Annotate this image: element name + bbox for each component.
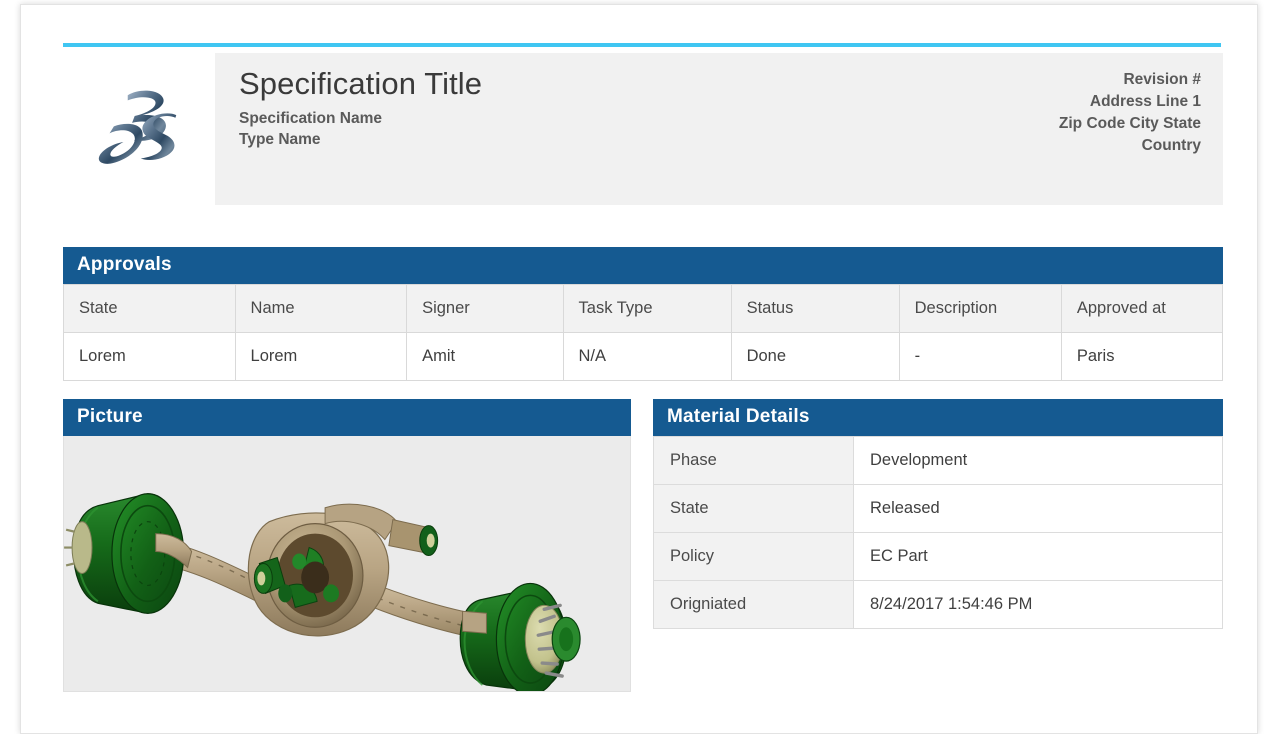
material-detail-label: State — [653, 484, 854, 533]
approvals-header-row: State Name Signer Task Type Status Descriptio… — [63, 284, 1224, 333]
material-detail-value: Development — [853, 436, 1223, 485]
material-detail-label: Phase — [653, 436, 854, 485]
material-details-section: Material Details Phase Development State Re… — [653, 399, 1223, 692]
logo-container — [63, 53, 215, 205]
address-line-1: Address Line 1 — [1089, 93, 1201, 110]
approvals-cell-2: Amit — [406, 332, 564, 381]
address-block: Revision # Address Line 1 Zip Code City … — [1059, 67, 1201, 195]
picture-section: Picture — [63, 399, 631, 692]
address-country: Country — [1141, 137, 1201, 154]
picture-body — [63, 436, 631, 692]
approvals-column-header-6: Approved at — [1060, 284, 1224, 333]
approvals-column-header-4: Status — [730, 284, 900, 333]
approvals-cell-3: N/A — [562, 332, 732, 381]
material-detail-row: State Released — [653, 484, 1223, 533]
material-detail-row: Origniated 8/24/2017 1:54:46 PM — [653, 580, 1223, 629]
approvals-panel-title: Approvals — [63, 247, 1223, 284]
material-details-table: Phase Development State Released Policy EC Pa… — [653, 436, 1223, 629]
material-detail-value: 8/24/2017 1:54:46 PM — [853, 580, 1223, 629]
title-block: Specification Title Specification Name T… — [239, 66, 483, 195]
approvals-cell-4: Done — [730, 332, 900, 381]
approvals-column-header-2: Signer — [406, 284, 564, 333]
material-detail-row: Policy EC Part — [653, 532, 1223, 581]
bottom-section: Picture Material Details Phase Developme… — [63, 399, 1223, 692]
material-detail-row: Phase Development — [653, 436, 1223, 485]
picture-panel-title: Picture — [63, 399, 631, 436]
revision-line: Revision # — [1123, 71, 1201, 88]
dassault-3ds-logo-icon — [98, 90, 177, 164]
page-title: Specification Title — [239, 66, 483, 101]
approvals-cell-5: - — [898, 332, 1062, 381]
address-line-2: Zip Code City State — [1058, 115, 1201, 132]
material-detail-label: Origniated — [653, 580, 854, 629]
table-row: Lorem Lorem Amit N/A Done - Paris — [63, 332, 1224, 381]
specification-name: Specification Name — [239, 109, 382, 127]
approvals-cell-6: Paris — [1060, 332, 1224, 381]
approvals-column-header-5: Description — [898, 284, 1062, 333]
material-detail-value: Released — [853, 484, 1223, 533]
approvals-column-header-1: Name — [234, 284, 408, 333]
document-header: Specification Title Specification Name T… — [63, 53, 1223, 205]
type-name: Type Name — [239, 131, 321, 149]
approvals-cell-1: Lorem — [234, 332, 408, 381]
material-detail-value: EC Part — [853, 532, 1223, 581]
approvals-column-header-0: State — [63, 284, 236, 333]
document-page: Specification Title Specification Name T… — [20, 4, 1258, 734]
material-detail-label: Policy — [653, 532, 854, 581]
material-details-panel-title: Material Details — [653, 399, 1223, 436]
approvals-table: State Name Signer Task Type Status Descriptio… — [63, 284, 1224, 381]
axle-assembly-image — [64, 493, 581, 691]
accent-rule — [63, 43, 1221, 47]
approvals-cell-0: Lorem — [63, 332, 236, 381]
approvals-column-header-3: Task Type — [562, 284, 732, 333]
approvals-section: Approvals State Name Signer Task Type Status… — [63, 247, 1224, 381]
